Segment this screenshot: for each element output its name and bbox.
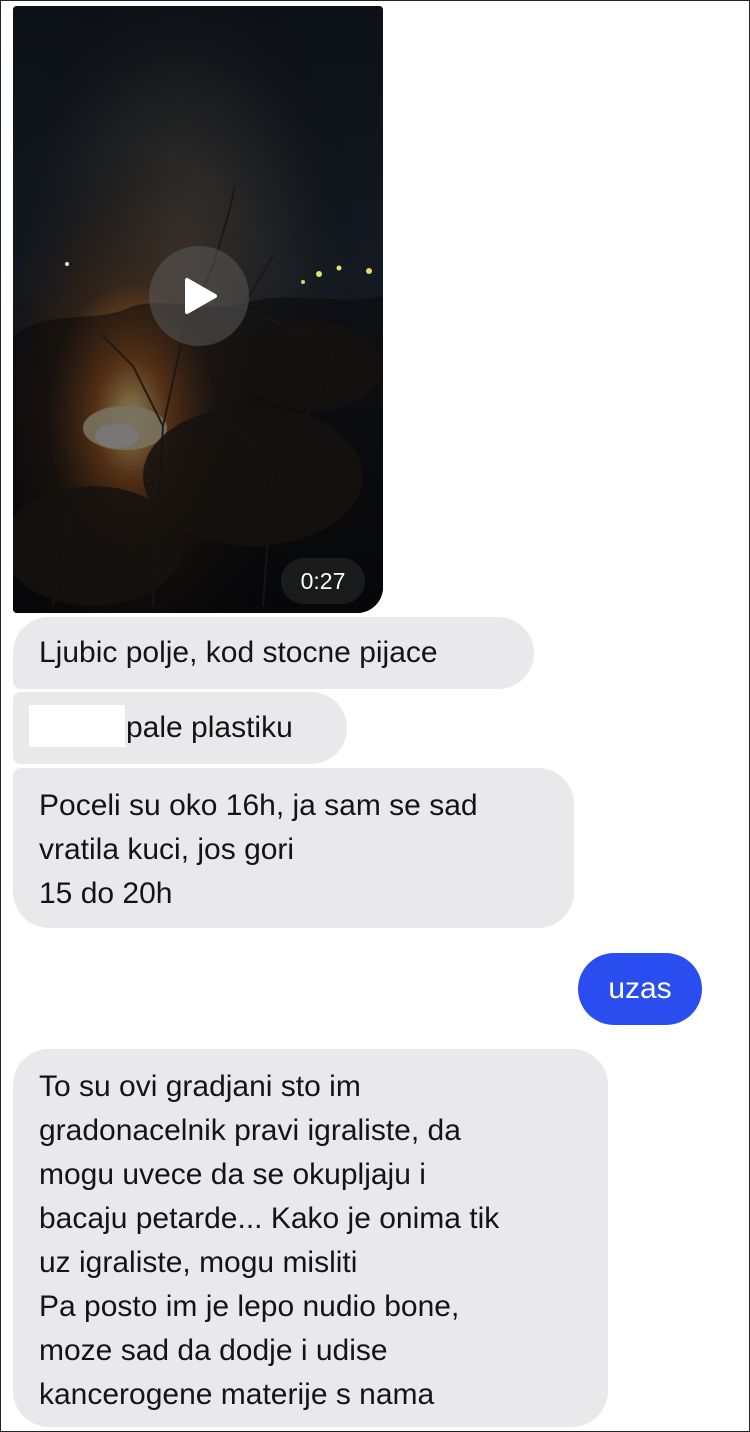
message-bubble-incoming[interactable]: Ljubic polje, kod stocne pijace xyxy=(13,617,534,689)
play-icon xyxy=(185,278,217,314)
redaction-box xyxy=(29,705,125,747)
message-bubble-incoming[interactable]: Poceli su oko 16h, ja sam se sad vratila… xyxy=(13,768,574,928)
message-bubble-incoming[interactable]: To su ovi gradjani sto im gradonacelnik … xyxy=(13,1049,608,1427)
video-duration: 0:27 xyxy=(281,558,365,604)
message-bubble-outgoing[interactable]: uzas xyxy=(578,953,702,1025)
play-button[interactable] xyxy=(149,246,249,346)
video-message[interactable]: 0:27 xyxy=(13,6,383,613)
